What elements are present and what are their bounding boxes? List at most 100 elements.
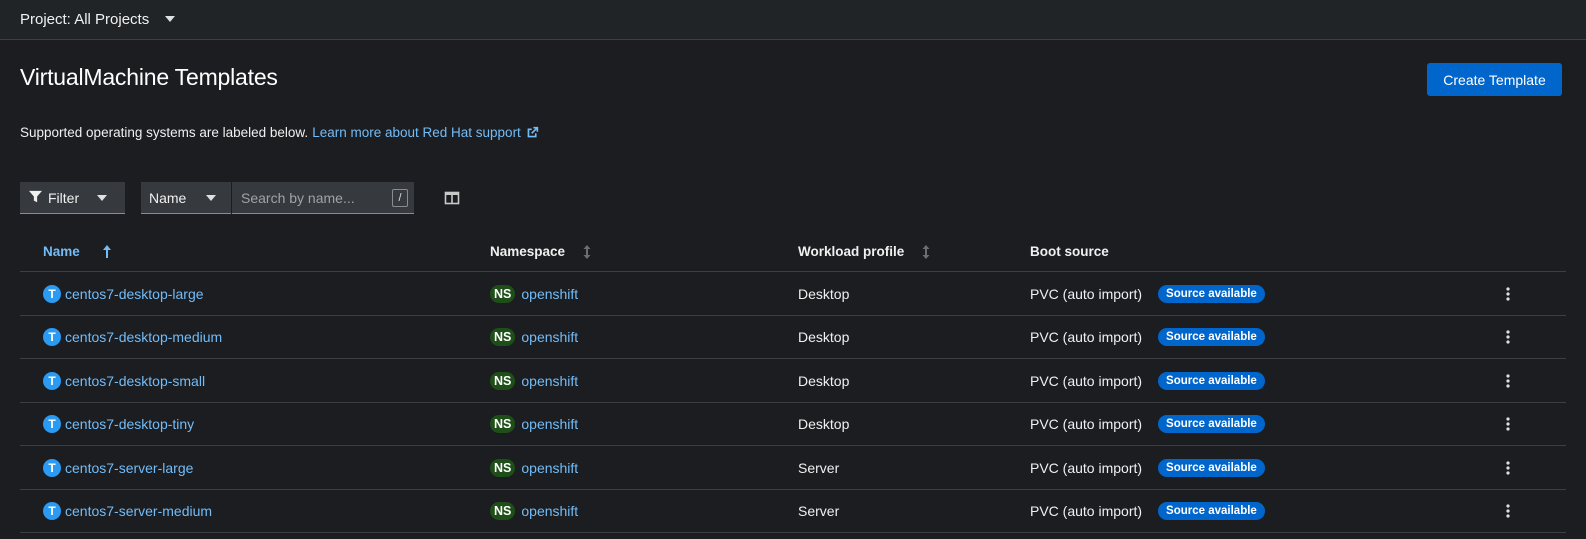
table-row: T centos7-desktop-small NS openshift Des… bbox=[20, 359, 1566, 403]
project-bar: Project: All Projects bbox=[0, 0, 1586, 40]
boot-source: PVC (auto import) bbox=[1030, 503, 1143, 519]
column-header-name-label: Name bbox=[43, 244, 80, 259]
row-actions-kebab[interactable] bbox=[1500, 316, 1516, 359]
support-line: Supported operating systems are labeled … bbox=[20, 125, 539, 140]
template-badge: T bbox=[43, 284, 61, 303]
template-name-link[interactable]: centos7-server-large bbox=[65, 460, 193, 476]
namespace-badge: NS bbox=[490, 328, 516, 346]
project-selector[interactable]: Project: All Projects bbox=[20, 9, 176, 29]
template-name-cell: T centos7-desktop-small bbox=[43, 359, 205, 402]
manage-columns-button[interactable] bbox=[444, 190, 460, 206]
caret-down-icon bbox=[97, 194, 108, 201]
template-name-link[interactable]: centos7-server-medium bbox=[65, 503, 212, 519]
boot-source-cell: PVC (auto import) Source available bbox=[1030, 490, 1265, 533]
namespace-link[interactable]: openshift bbox=[521, 373, 578, 389]
column-header-namespace[interactable]: Namespace bbox=[490, 244, 591, 259]
namespace-link[interactable]: openshift bbox=[521, 416, 578, 432]
filter-dropdown[interactable]: Filter bbox=[20, 182, 125, 214]
namespace-link[interactable]: openshift bbox=[521, 329, 578, 345]
template-name-link[interactable]: centos7-desktop-small bbox=[65, 373, 205, 389]
namespace-cell: NS openshift bbox=[490, 359, 578, 402]
workload-profile-cell: Desktop bbox=[798, 272, 849, 315]
template-badge: T bbox=[43, 502, 61, 520]
manage-columns-icon bbox=[444, 191, 460, 210]
column-header-workload-profile[interactable]: Workload profile bbox=[798, 244, 930, 259]
red-hat-support-link[interactable]: Learn more about Red Hat support bbox=[312, 125, 539, 140]
namespace-badge: NS bbox=[490, 371, 516, 390]
caret-down-icon bbox=[206, 194, 217, 201]
template-badge: T bbox=[43, 458, 61, 477]
namespace-link[interactable]: openshift bbox=[521, 286, 578, 302]
project-selector-label: Project: All Projects bbox=[20, 10, 150, 28]
workload-profile: Desktop bbox=[798, 285, 850, 302]
source-available-label: Source available bbox=[1158, 415, 1265, 433]
filter-attribute-select[interactable]: Name bbox=[141, 182, 231, 214]
column-header-namespace-label: Namespace bbox=[490, 244, 566, 259]
template-name-cell: T centos7-desktop-large bbox=[43, 272, 204, 315]
template-name-link[interactable]: centos7-desktop-medium bbox=[65, 329, 222, 345]
workload-profile-cell: Server bbox=[798, 490, 839, 533]
template-name-cell: T centos7-server-medium bbox=[43, 490, 212, 533]
caret-down-icon bbox=[165, 16, 176, 22]
namespace-badge: NS bbox=[490, 415, 516, 433]
namespace-cell: NS openshift bbox=[490, 403, 578, 446]
column-header-boot-source: Boot source bbox=[1030, 244, 1109, 259]
source-available-label: Source available bbox=[1158, 371, 1265, 390]
filter-label: Filter bbox=[48, 189, 80, 206]
namespace-badge: NS bbox=[490, 284, 516, 303]
table-header: Name Namespace Workload profile Boot sou… bbox=[20, 232, 1566, 272]
table-row: T centos7-desktop-large NS openshift Des… bbox=[20, 272, 1566, 316]
table-row: T centos7-desktop-tiny NS openshift Desk… bbox=[20, 403, 1566, 446]
workload-profile: Desktop bbox=[798, 416, 850, 432]
boot-source: PVC (auto import) bbox=[1030, 459, 1143, 476]
template-name-cell: T centos7-server-large bbox=[43, 446, 193, 489]
kebab-icon bbox=[1506, 504, 1510, 518]
filter-attribute-label: Name bbox=[149, 189, 187, 206]
support-text: Supported operating systems are labeled … bbox=[20, 125, 309, 140]
source-available-label: Source available bbox=[1158, 502, 1265, 520]
kebab-icon bbox=[1506, 286, 1510, 301]
filter-icon bbox=[29, 190, 42, 206]
kebab-icon bbox=[1506, 330, 1510, 344]
row-actions-kebab[interactable] bbox=[1500, 403, 1516, 446]
workload-profile: Server bbox=[798, 503, 840, 519]
namespace-cell: NS openshift bbox=[490, 446, 578, 489]
external-link-icon bbox=[526, 126, 539, 139]
namespace-badge: NS bbox=[490, 502, 516, 520]
template-name-cell: T centos7-desktop-medium bbox=[43, 316, 222, 359]
template-name-link[interactable]: centos7-desktop-tiny bbox=[65, 416, 194, 432]
namespace-cell: NS openshift bbox=[490, 316, 578, 359]
column-header-boot-source-label: Boot source bbox=[1030, 244, 1109, 259]
template-name-link[interactable]: centos7-desktop-large bbox=[65, 286, 204, 302]
row-actions-kebab[interactable] bbox=[1500, 446, 1516, 489]
create-template-button[interactable]: Create Template bbox=[1427, 63, 1562, 96]
boot-source-cell: PVC (auto import) Source available bbox=[1030, 316, 1265, 359]
column-header-name[interactable]: Name bbox=[43, 244, 112, 259]
column-header-workload-profile-label: Workload profile bbox=[798, 244, 905, 259]
template-badge: T bbox=[43, 415, 61, 433]
row-actions-kebab[interactable] bbox=[1500, 490, 1516, 533]
template-badge: T bbox=[43, 371, 61, 390]
source-available-label: Source available bbox=[1158, 284, 1265, 303]
namespace-cell: NS openshift bbox=[490, 490, 578, 533]
kebab-icon bbox=[1506, 417, 1510, 431]
workload-profile: Server bbox=[798, 459, 840, 476]
workload-profile-cell: Desktop bbox=[798, 403, 849, 446]
workload-profile: Desktop bbox=[798, 372, 850, 389]
sort-ascending-icon bbox=[102, 245, 112, 258]
namespace-link[interactable]: openshift bbox=[521, 460, 578, 476]
table-row: T centos7-server-large NS openshift Serv… bbox=[20, 446, 1566, 490]
table-row: T centos7-server-medium NS openshift Ser… bbox=[20, 490, 1566, 533]
sort-icon bbox=[922, 244, 930, 259]
workload-profile: Desktop bbox=[798, 329, 850, 345]
workload-profile-cell: Desktop bbox=[798, 359, 849, 402]
search-input[interactable] bbox=[232, 182, 382, 213]
source-available-label: Source available bbox=[1158, 328, 1265, 346]
row-actions-kebab[interactable] bbox=[1500, 359, 1516, 402]
row-actions-kebab[interactable] bbox=[1500, 272, 1516, 315]
red-hat-support-link-label: Learn more about Red Hat support bbox=[312, 125, 521, 140]
source-available-label: Source available bbox=[1158, 458, 1265, 477]
boot-source-cell: PVC (auto import) Source available bbox=[1030, 359, 1265, 402]
namespace-link[interactable]: openshift bbox=[521, 503, 578, 519]
namespace-badge: NS bbox=[490, 458, 516, 477]
